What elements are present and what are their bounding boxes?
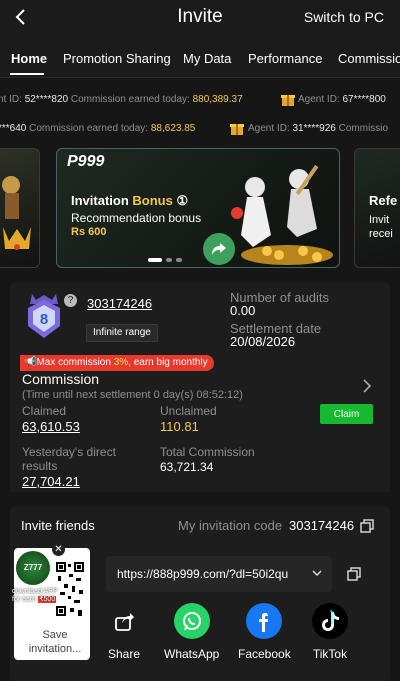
ticker-agent-id: ***640 <box>0 123 27 134</box>
download-caption-line: for earn <box>12 596 37 603</box>
ticker-label: Agent ID: <box>298 94 343 105</box>
whatsapp-share-button[interactable]: WhatsApp <box>164 603 219 661</box>
p999-logo: P999 <box>67 153 105 170</box>
copy-icon[interactable] <box>360 519 374 533</box>
unclaimed-label: Unclaimed <box>160 404 217 418</box>
crown-icon <box>2 176 31 250</box>
tiktok-icon <box>312 603 348 639</box>
claim-button[interactable]: Claim <box>320 404 373 424</box>
z777-logo: Z777 <box>16 551 50 585</box>
ticker-amount: 880,389.37 <box>192 94 243 105</box>
facebook-icon <box>246 603 283 639</box>
invite-link-text: https://888p999.com/?dl=50i2qu <box>117 567 289 581</box>
banner-subtitle: Recommendation bonus <box>71 211 202 225</box>
total-commission-label: Total Commission <box>160 445 255 459</box>
megaphone-icon: 📢 <box>24 357 37 368</box>
save-invitation-button[interactable]: Save invitation... <box>20 628 90 656</box>
ticker-text: Commission earned today: <box>68 94 193 105</box>
ticker-text: Commissio <box>335 123 389 134</box>
copy-link-icon[interactable] <box>347 567 361 581</box>
total-commission-value: 63,721.34 <box>160 460 214 474</box>
range-badge: Infinite range <box>86 324 158 342</box>
tiktok-label: TikTok <box>312 647 348 661</box>
active-tab-indicator <box>10 73 44 75</box>
banner-card-next[interactable]: Refe Invit recei <box>354 148 400 268</box>
settlement-value: 20/08/2026 <box>230 334 296 349</box>
carousel-dot[interactable] <box>176 258 182 262</box>
banner-carousel[interactable]: P999 Invitation Bonus ① Recommendation b… <box>0 148 400 270</box>
tab-bar: Home Promotion Sharing My Data Performan… <box>0 36 400 78</box>
promo-text-suffix: , earn big monthly <box>128 357 208 368</box>
download-caption-line: download APP <box>12 588 58 595</box>
audits-value: 0.00 <box>230 303 256 318</box>
gift-icon <box>281 95 295 106</box>
gift-icon <box>230 124 244 135</box>
switch-to-pc-link[interactable]: Switch to PC <box>304 9 384 25</box>
ticker-agent-id: 31****926 <box>292 123 336 134</box>
whatsapp-label: WhatsApp <box>164 647 220 661</box>
share-label: Share <box>107 647 141 661</box>
invitation-code-label: My invitation code <box>178 518 283 533</box>
promo-banner: 📢Max commission 3%, earn big monthly <box>20 355 214 371</box>
tab-commission[interactable]: Commissio <box>338 51 400 66</box>
share-arrow-icon <box>212 243 226 255</box>
download-caption-amount: ₹500 <box>38 596 57 603</box>
facebook-label: Facebook <box>238 647 291 661</box>
download-caption: download APP for earn ₹500 <box>12 588 58 604</box>
facebook-share-button[interactable]: Facebook <box>238 603 291 661</box>
banner-amount: Rs 600 <box>71 226 107 238</box>
unclaimed-value: 110.81 <box>160 419 199 434</box>
qr-code-icon <box>54 560 86 620</box>
invite-title: Invite friends <box>21 518 95 533</box>
promo-percent: 3% <box>113 357 129 368</box>
share-button[interactable]: Share <box>106 603 142 661</box>
banner-next-title: Refe <box>369 193 398 208</box>
ticker-amount: 88,623.85 <box>150 123 196 134</box>
banner-next-sub: recei <box>369 228 393 240</box>
help-icon[interactable]: ? <box>64 294 77 307</box>
banner-next-sub: Invit <box>369 214 390 226</box>
banner-share-button[interactable] <box>203 233 235 265</box>
share-icon <box>106 603 142 639</box>
invitation-code-value: 303174246 <box>289 518 355 533</box>
carousel-dot-active[interactable] <box>148 258 162 262</box>
banner-title: Invitation <box>71 193 129 208</box>
ticker-agent-id: 67****800 <box>342 94 386 105</box>
chevron-down-icon[interactable] <box>311 567 323 579</box>
banner-title-badge: ① <box>176 193 189 208</box>
chevron-right-icon[interactable] <box>360 378 374 394</box>
banner-card-prev[interactable] <box>0 148 40 268</box>
yesterday-label: results <box>22 459 58 473</box>
ticker-label: Agent ID: <box>248 123 293 134</box>
tab-my-data[interactable]: My Data <box>183 51 231 66</box>
commission-title: Commission <box>22 371 100 387</box>
whatsapp-icon <box>173 603 210 639</box>
carousel-dots <box>148 258 182 262</box>
tab-performance[interactable]: Performance <box>248 51 322 66</box>
carousel-dot[interactable] <box>166 258 172 262</box>
ticker-agent-id: 52****820 <box>24 94 69 105</box>
banner-title-highlight: Bonus <box>132 193 173 208</box>
agent-id[interactable]: 303174246 <box>87 296 152 311</box>
settlement-countdown: (Time until next settlement 0 day(s) 08:… <box>22 389 243 401</box>
tab-promotion-sharing[interactable]: Promotion Sharing <box>63 51 171 66</box>
tab-home[interactable]: Home <box>11 51 47 66</box>
tiktok-share-button[interactable]: TikTok <box>312 603 348 661</box>
commission-ticker: ***640 Commission earned today: 88,623.8… <box>0 116 400 142</box>
ticker-text: Commission earned today: <box>26 123 151 134</box>
promo-text-prefix: Max commission <box>36 357 114 368</box>
claimed-label: Claimed <box>22 404 67 418</box>
agent-level: 8 <box>40 311 48 328</box>
close-icon[interactable]: ✕ <box>52 543 65 556</box>
level-shield-icon: 8 <box>28 294 60 338</box>
yesterday-value[interactable]: 27,704.21 <box>22 474 80 489</box>
top-nav-bar: Invite Switch to PC <box>0 0 400 36</box>
yesterday-label: Yesterday's direct <box>22 445 116 459</box>
commission-ticker: nt ID: 52****820 Commission earned today… <box>0 87 400 113</box>
claimed-value[interactable]: 63,610.53 <box>22 419 80 434</box>
banner-card-invitation-bonus[interactable]: P999 Invitation Bonus ① Recommendation b… <box>56 148 340 268</box>
ticker-label: nt ID: <box>0 94 25 105</box>
